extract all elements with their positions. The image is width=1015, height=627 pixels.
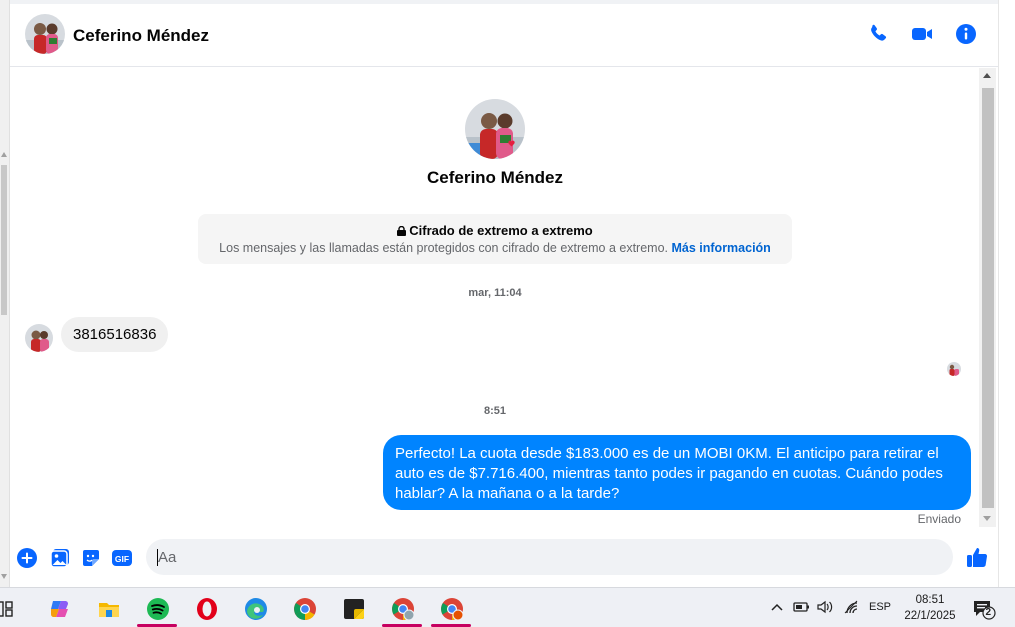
chrome-icon (293, 597, 317, 621)
video-call-icon[interactable] (910, 22, 934, 46)
scroll-down-arrow[interactable] (983, 516, 991, 521)
chrome-profile-icon (440, 597, 464, 621)
encryption-description: Los mensajes y las llamadas están proteg… (219, 241, 669, 255)
left-scroll-up-arrow[interactable] (1, 152, 7, 157)
contact-avatar[interactable] (25, 14, 65, 54)
text-caret (157, 549, 158, 566)
read-receipt-avatar (947, 362, 961, 376)
sticky-notes-icon (342, 597, 366, 621)
right-edge (998, 0, 1015, 587)
left-scroll-thumb[interactable] (1, 165, 7, 315)
clock-time: 08:51 (915, 594, 945, 606)
lock-icon (397, 224, 407, 236)
image-icon[interactable] (49, 547, 71, 569)
sticker-icon[interactable] (80, 547, 102, 569)
folder-icon (97, 597, 121, 621)
chrome-profile-icon (391, 597, 415, 621)
gif-icon[interactable]: GIF (111, 547, 133, 569)
edge-icon (244, 597, 268, 621)
plus-circle-icon[interactable] (16, 547, 38, 569)
encryption-title: Cifrado de extremo a extremo (409, 223, 593, 238)
left-scroll-down-arrow[interactable] (1, 574, 7, 579)
contact-name[interactable]: Ceferino Méndez (73, 26, 209, 46)
taskbar-spotify[interactable] (137, 592, 177, 627)
language-indicator[interactable]: ESP (869, 601, 891, 627)
wifi-icon[interactable] (843, 599, 861, 627)
taskbar-copilot[interactable] (39, 592, 79, 627)
encryption-notice: Cifrado de extremo a extremo Los mensaje… (198, 214, 792, 264)
timestamp: 8:51 (483, 405, 507, 417)
sender-avatar[interactable] (25, 324, 53, 352)
scroll-up-arrow[interactable] (983, 73, 991, 78)
taskbar-edge[interactable] (235, 592, 275, 627)
chat-scrollbar[interactable] (979, 68, 996, 527)
show-hidden-icons-chevron-up-icon[interactable] (770, 600, 784, 627)
notification-count: 2 (985, 607, 992, 618)
like-thumbs-up-icon[interactable] (965, 545, 989, 569)
timestamp: mar, 11:04 (468, 287, 522, 299)
volume-icon[interactable] (816, 599, 834, 627)
opera-icon (195, 597, 219, 621)
taskbar-sticky-notes[interactable] (333, 592, 373, 627)
system-clock[interactable]: 08:51 22/1/2025 (897, 592, 963, 624)
taskbar-opera[interactable] (186, 592, 226, 627)
screen: Ceferino Méndez Ceferino Méndez Cifrado … (0, 0, 1015, 627)
taskbar-chrome[interactable] (284, 592, 324, 627)
chat-header: Ceferino Méndez (10, 4, 998, 67)
task-view-button[interactable] (0, 592, 18, 627)
windows-taskbar: ESP 08:51 22/1/2025 2 (0, 587, 1015, 627)
incoming-message[interactable]: 3816516836 (61, 317, 169, 352)
profile-name: Ceferino Méndez (426, 168, 564, 187)
svg-text:GIF: GIF (115, 554, 129, 564)
phone-call-icon[interactable] (866, 22, 890, 46)
battery-icon[interactable] (793, 600, 811, 627)
task-view-icon (0, 597, 22, 621)
spotify-icon (146, 597, 170, 621)
copilot-icon (48, 597, 72, 621)
more-info-link[interactable]: Más información (672, 241, 771, 255)
message-input[interactable] (146, 539, 953, 575)
profile-avatar[interactable] (465, 99, 525, 159)
clock-date: 22/1/2025 (904, 610, 956, 622)
outgoing-message[interactable]: Perfecto! La cuota desde $183.000 es de … (383, 435, 971, 510)
message-status: Enviado (917, 512, 961, 526)
scroll-thumb[interactable] (982, 88, 994, 508)
notification-center-icon[interactable]: 2 (972, 598, 996, 620)
taskbar-chrome-profile-1[interactable] (382, 592, 422, 627)
taskbar-file-explorer[interactable] (88, 592, 128, 627)
taskbar-chrome-profile-2[interactable] (431, 592, 471, 627)
left-scrollbar[interactable] (0, 0, 10, 587)
info-icon[interactable] (954, 22, 978, 46)
